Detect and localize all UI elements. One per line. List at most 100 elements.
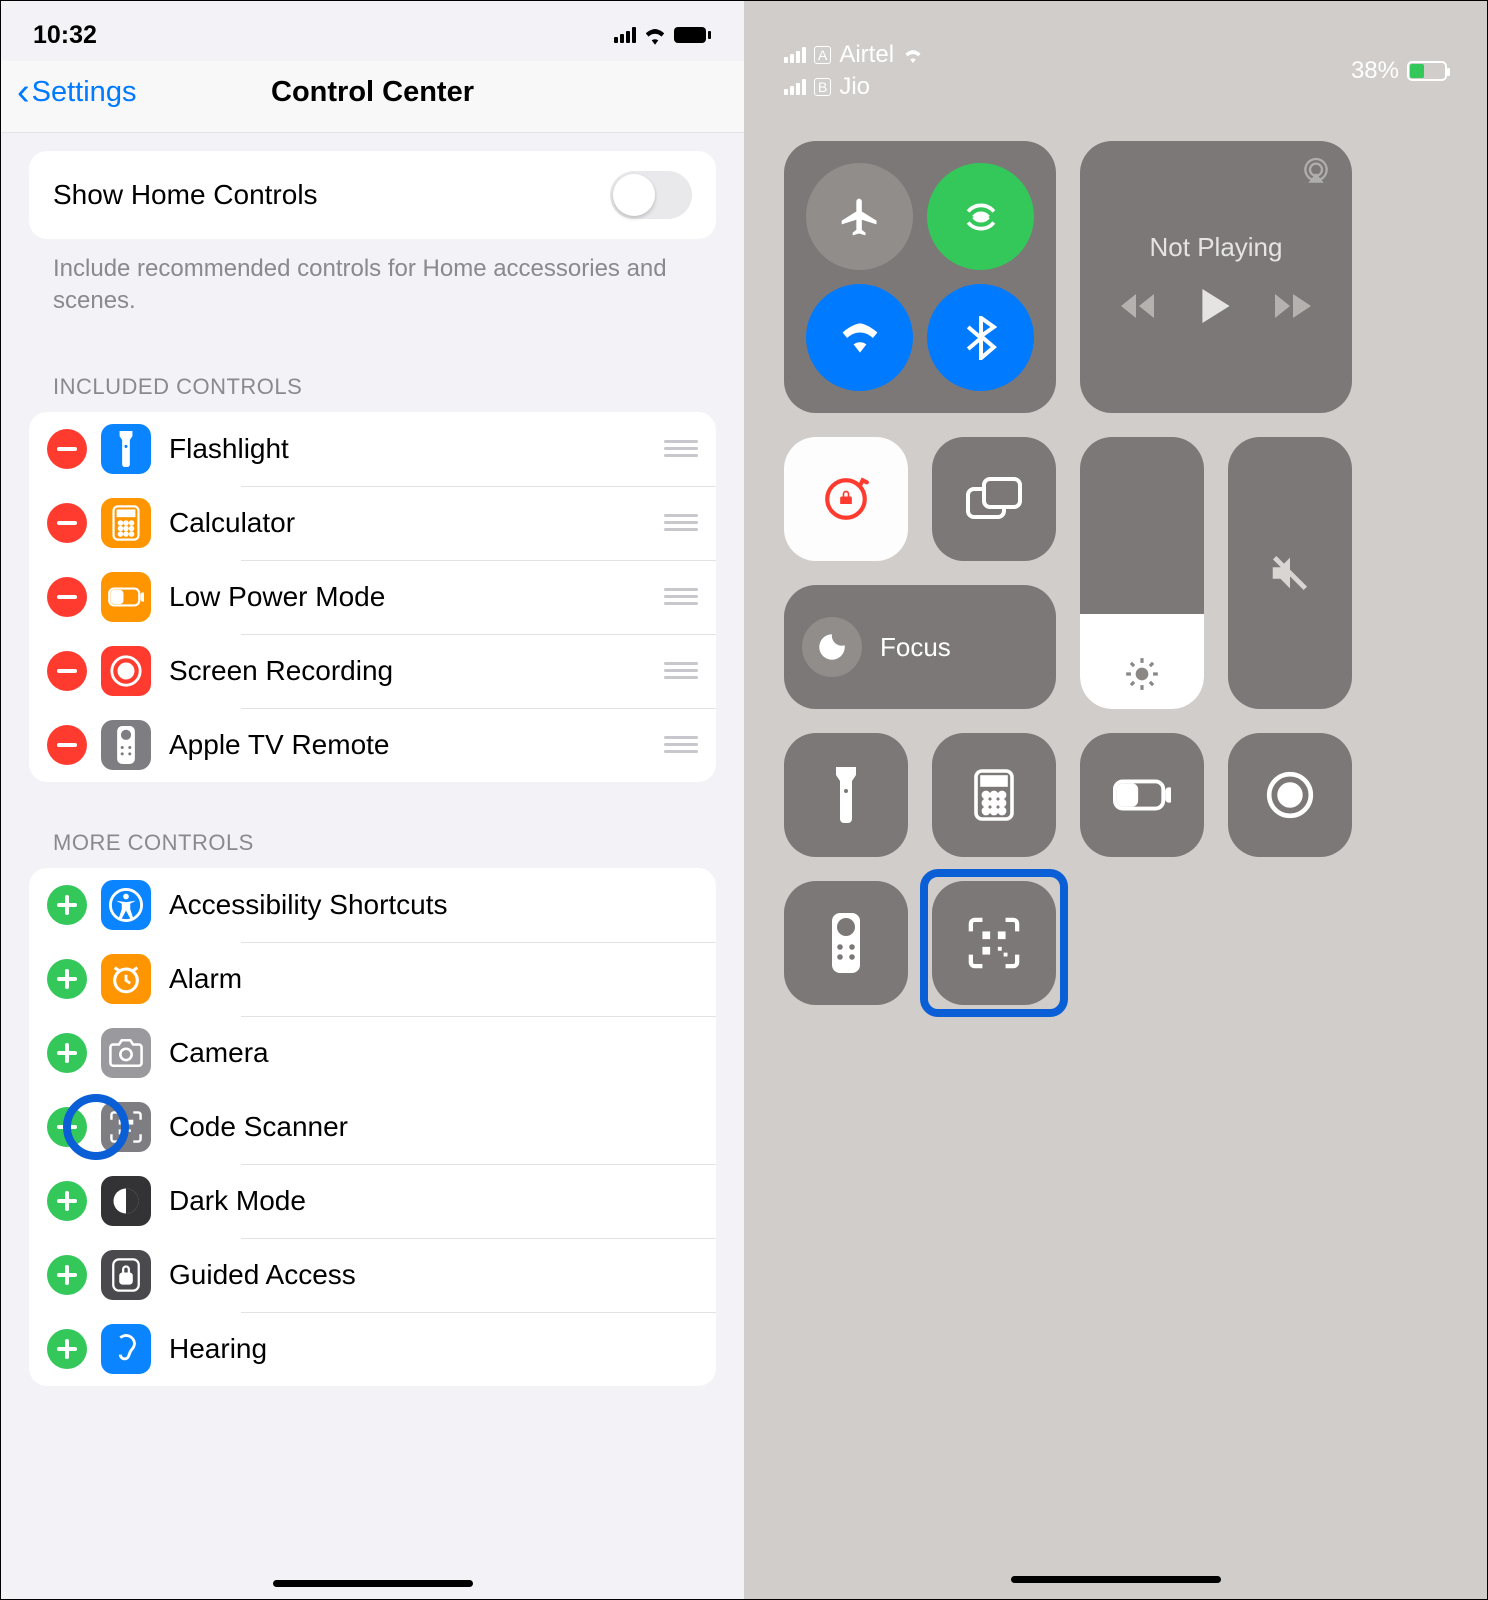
remove-button[interactable] [47, 651, 87, 691]
settings-screen: 10:32 ‹ Settings Control Center Show Hom… [1, 1, 744, 1599]
included-controls-list: Flashlight Calculator Low Power Mode Screen… [29, 412, 716, 782]
status-icons [614, 25, 712, 45]
drag-handle[interactable] [664, 440, 698, 457]
drag-handle[interactable] [664, 514, 698, 531]
control-row-code-scanner: Code Scanner [29, 1090, 716, 1164]
hearing-icon [101, 1324, 151, 1374]
play-button[interactable] [1201, 289, 1231, 323]
home-indicator[interactable] [273, 1580, 473, 1587]
lock-app-icon [101, 1250, 151, 1300]
control-label: Accessibility Shortcuts [169, 889, 698, 921]
apple-tv-remote-button[interactable] [784, 881, 908, 1005]
control-label: Hearing [169, 1333, 698, 1365]
control-row-accessibility-shortcuts: Accessibility Shortcuts [29, 868, 716, 942]
back-chevron-icon[interactable]: ‹ [17, 71, 30, 114]
camera-icon [101, 1028, 151, 1078]
code-scanner-highlight [920, 869, 1068, 1017]
nav-bar: ‹ Settings Control Center [1, 61, 744, 133]
battery-icon [101, 572, 151, 622]
screen-recording-button[interactable] [1228, 733, 1352, 857]
drag-handle[interactable] [664, 588, 698, 605]
drag-handle[interactable] [664, 662, 698, 679]
home-controls-toggle[interactable] [610, 171, 692, 219]
remote-icon [101, 720, 151, 770]
remove-button[interactable] [47, 577, 87, 617]
home-controls-label: Show Home Controls [53, 179, 318, 211]
add-button[interactable] [47, 1329, 87, 1369]
remove-button[interactable] [47, 429, 87, 469]
qr-icon [101, 1102, 151, 1152]
volume-slider[interactable] [1228, 437, 1352, 709]
battery-icon [1407, 61, 1447, 81]
control-label: Flashlight [169, 433, 664, 465]
flashlight-button[interactable] [784, 733, 908, 857]
control-label: Low Power Mode [169, 581, 664, 613]
control-row-flashlight: Flashlight [29, 412, 716, 486]
back-button[interactable]: Settings [32, 76, 137, 109]
more-controls-header: MORE CONTROLS [1, 782, 744, 868]
status-time: 10:32 [33, 21, 97, 50]
code-scanner-button[interactable] [932, 881, 1056, 1005]
accessibility-icon [101, 880, 151, 930]
more-controls-list: Accessibility Shortcuts Alarm Camera Code S… [29, 868, 716, 1386]
control-label: Dark Mode [169, 1185, 698, 1217]
home-controls-caption: Include recommended controls for Home ac… [1, 239, 744, 326]
flashlight-icon [101, 424, 151, 474]
media-label: Not Playing [1150, 232, 1283, 263]
control-row-dark-mode: Dark Mode [29, 1164, 716, 1238]
low-power-mode-button[interactable] [1080, 733, 1204, 857]
home-controls-card: Show Home Controls [29, 151, 716, 239]
screen-mirroring-button[interactable] [932, 437, 1056, 561]
bluetooth-button[interactable] [927, 284, 1034, 391]
remove-button[interactable] [47, 725, 87, 765]
home-indicator[interactable] [1011, 1576, 1221, 1583]
cellular-data-button[interactable] [927, 163, 1034, 270]
control-row-hearing: Hearing [29, 1312, 716, 1386]
control-label: Calculator [169, 507, 664, 539]
airplay-icon [1300, 157, 1332, 185]
media-tile[interactable]: Not Playing [1080, 141, 1352, 413]
control-label: Screen Recording [169, 655, 664, 687]
control-row-screen-recording: Screen Recording [29, 634, 716, 708]
control-row-guided-access: Guided Access [29, 1238, 716, 1312]
wifi-icon [642, 25, 668, 45]
brightness-slider[interactable] [1080, 437, 1204, 709]
carrier-1: A Airtel [784, 41, 924, 69]
cellular-icon [614, 27, 636, 43]
status-bar: 10:32 [1, 1, 744, 61]
control-row-calculator: Calculator [29, 486, 716, 560]
calculator-icon [101, 498, 151, 548]
next-track-button[interactable] [1275, 293, 1311, 319]
focus-button[interactable]: Focus [784, 585, 1056, 709]
page-title: Control Center [271, 76, 474, 109]
included-controls-header: INCLUDED CONTROLS [1, 326, 744, 412]
carrier-2: B Jio [784, 73, 924, 101]
wifi-button[interactable] [806, 284, 913, 391]
add-button[interactable] [47, 1033, 87, 1073]
add-button[interactable] [47, 1181, 87, 1221]
control-label: Alarm [169, 963, 698, 995]
control-label: Code Scanner [169, 1111, 698, 1143]
calculator-button[interactable] [932, 733, 1056, 857]
alarm-icon [101, 954, 151, 1004]
dark-icon [101, 1176, 151, 1226]
battery-icon [674, 26, 712, 44]
airplane-mode-button[interactable] [806, 163, 913, 270]
control-row-low-power-mode: Low Power Mode [29, 560, 716, 634]
drag-handle[interactable] [664, 736, 698, 753]
control-row-alarm: Alarm [29, 942, 716, 1016]
control-label: Camera [169, 1037, 698, 1069]
record-icon [101, 646, 151, 696]
add-button[interactable] [47, 1107, 87, 1147]
remove-button[interactable] [47, 503, 87, 543]
control-row-apple-tv-remote: Apple TV Remote [29, 708, 716, 782]
connectivity-tile[interactable] [784, 141, 1056, 413]
add-button[interactable] [47, 1255, 87, 1295]
add-button[interactable] [47, 959, 87, 999]
control-row-camera: Camera [29, 1016, 716, 1090]
orientation-lock-button[interactable] [784, 437, 908, 561]
control-label: Guided Access [169, 1259, 698, 1291]
add-button[interactable] [47, 885, 87, 925]
prev-track-button[interactable] [1121, 293, 1157, 319]
focus-label: Focus [880, 632, 951, 663]
